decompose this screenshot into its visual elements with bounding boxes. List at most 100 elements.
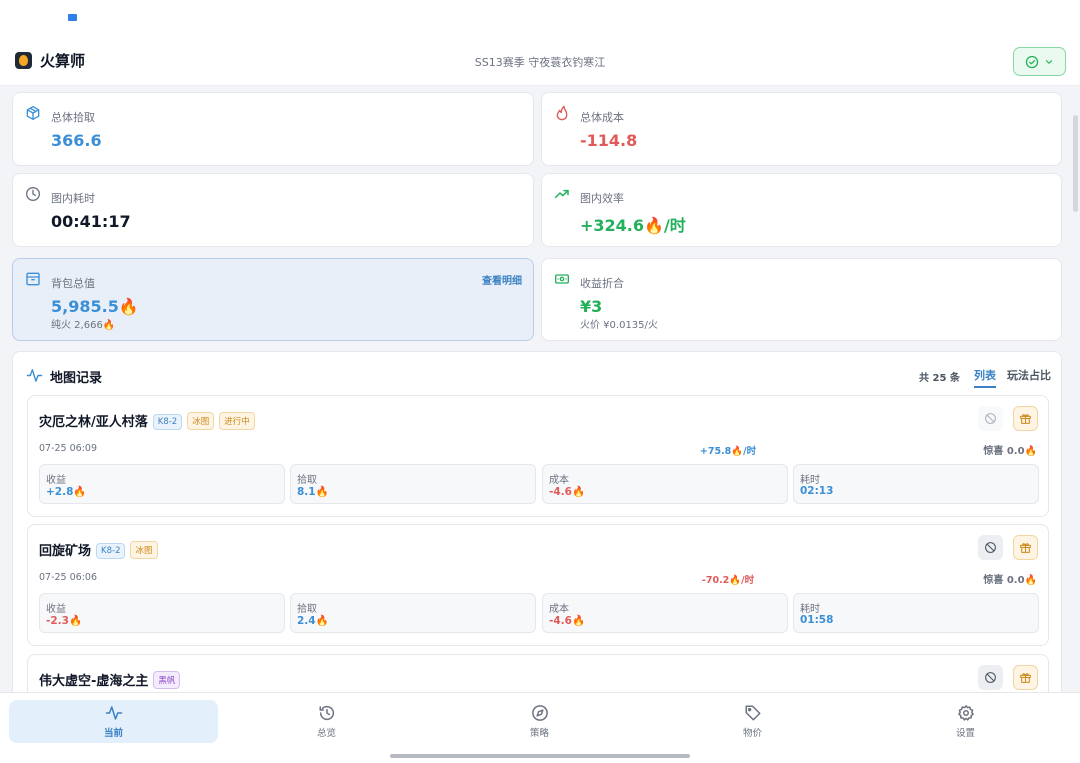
history-icon — [319, 705, 334, 721]
metric-value: -4.6🔥 — [549, 615, 586, 627]
total-cost-label: 总体成本 — [580, 111, 624, 124]
metric-value: 01:58 — [800, 614, 834, 626]
nav-overview-label: 总览 — [316, 728, 336, 739]
total-pickup-label: 总体拾取 — [51, 111, 95, 124]
nav-strategy[interactable]: 策略 — [435, 700, 644, 743]
records-title: 地图记录 — [50, 371, 103, 386]
scrollbar[interactable] — [1073, 115, 1078, 212]
view-details-link[interactable]: 查看明细 — [482, 272, 522, 287]
earnings-cash-card: 收益折合 ¥3 火价 ¥0.0135/火 — [541, 258, 1062, 341]
map-efficiency-card: 图内效率 +324.6🔥/时 — [541, 173, 1062, 247]
records-count: 共 25 条 — [919, 373, 960, 384]
metric-value: 2.4🔥 — [297, 615, 329, 627]
metric-label: 耗时 — [800, 475, 820, 486]
metric-label: 耗时 — [800, 604, 820, 615]
map-record-card[interactable]: 灾厄之林/亚人村落 K8-2 冰图 进行中 07-25 06:09 +75.8🔥/时 … — [27, 395, 1049, 517]
metric-label: 拾取 — [297, 604, 317, 615]
hide-record-button[interactable] — [978, 665, 1003, 690]
record-time: 07-25 06:09 — [39, 443, 98, 454]
record-name-text: 伟大虚空-虚海之主 — [39, 674, 149, 689]
metric-value: +2.8🔥 — [46, 486, 87, 498]
map-record-card[interactable]: 回旋矿场 K8-2 冰图 07-25 06:06 -70.2🔥/时 惊喜 0.0🔥 … — [27, 524, 1049, 646]
map-time-label: 图内耗时 — [51, 192, 95, 205]
activity-icon — [105, 706, 122, 720]
hide-record-button[interactable] — [978, 406, 1003, 431]
nav-overview[interactable]: 总览 — [222, 700, 431, 743]
chevron-down-icon — [1045, 59, 1053, 64]
cost-metric: 成本 -4.6🔥 — [542, 593, 788, 633]
record-name: 伟大虚空-虚海之主 黑帆 — [39, 670, 181, 689]
total-cost-card: 总体成本 -114.8 — [541, 92, 1062, 166]
eye-off-icon — [985, 542, 996, 553]
record-rate: -70.2🔥/时 — [701, 575, 755, 586]
surprise-gift-button[interactable] — [1013, 406, 1038, 431]
bottom-nav: 当前 总览 策略 物价 设置 — [0, 692, 1080, 763]
season-title: SS13赛季 守夜蓑衣钓寒江 — [474, 56, 606, 69]
total-pickup-card: 总体拾取 366.6 — [12, 92, 534, 166]
bag-value-card[interactable]: 背包总值 查看明细 5,985.5🔥 纯火 2,666🔥 — [12, 258, 534, 341]
earnings-cash-label: 收益折合 — [580, 277, 624, 290]
bag-value-label: 背包总值 — [51, 277, 95, 290]
surprise-gift-button[interactable] — [1013, 665, 1038, 690]
hide-record-button[interactable] — [978, 535, 1003, 560]
map-time-value: 00:41:17 — [51, 212, 131, 231]
record-name-text: 灾厄之林/亚人村落 — [39, 415, 148, 430]
earnings-cash-value: ¥3 — [580, 297, 603, 316]
total-pickup-value: 366.6 — [51, 131, 102, 150]
pickup-metric: 拾取 2.4🔥 — [290, 593, 536, 633]
metric-label: 成本 — [549, 475, 569, 486]
nav-settings[interactable]: 设置 — [861, 700, 1070, 743]
level-badge: K8-2 — [152, 414, 183, 430]
box-icon — [26, 106, 40, 120]
nav-current-label: 当前 — [103, 728, 123, 739]
compass-icon — [531, 705, 548, 721]
status-bar — [0, 0, 1080, 38]
nav-settings-label: 设置 — [955, 728, 975, 739]
map-time-card: 图内耗时 00:41:17 — [12, 173, 534, 247]
eye-off-icon — [985, 672, 996, 683]
tag-icon — [745, 705, 760, 721]
home-indicator[interactable] — [390, 754, 690, 758]
check-circle-icon — [1025, 55, 1039, 68]
activity-icon — [26, 369, 43, 382]
record-name-text: 回旋矿场 — [39, 544, 92, 559]
record-rate: +75.8🔥/时 — [699, 446, 757, 457]
nav-price-label: 物价 — [742, 728, 762, 739]
record-name: 回旋矿场 K8-2 冰图 — [39, 540, 158, 559]
income-metric: 收益 +2.8🔥 — [39, 464, 285, 504]
duration-metric: 耗时 02:13 — [793, 464, 1039, 504]
pickup-metric: 拾取 8.1🔥 — [290, 464, 536, 504]
record-surprise: 惊喜 0.0🔥 — [983, 446, 1037, 457]
metric-value: -2.3🔥 — [46, 615, 83, 627]
gift-icon — [1020, 543, 1031, 553]
gift-icon — [1020, 414, 1031, 424]
tab-gameplay-ratio[interactable]: 玩法占比 — [1007, 367, 1051, 383]
metric-value: 8.1🔥 — [297, 486, 329, 498]
status-indicator-icon — [68, 14, 77, 21]
eye-off-icon — [985, 413, 996, 424]
record-name: 灾厄之林/亚人村落 K8-2 冰图 进行中 — [39, 411, 255, 430]
app-header: 火算师 SS13赛季 守夜蓑衣钓寒江 — [0, 38, 1080, 86]
gear-icon — [957, 705, 974, 721]
income-metric: 收益 -2.3🔥 — [39, 593, 285, 633]
flame-icon — [556, 105, 568, 121]
total-cost-value: -114.8 — [580, 131, 638, 150]
duration-metric: 耗时 01:58 — [793, 593, 1039, 633]
surprise-gift-button[interactable] — [1013, 535, 1038, 560]
tab-list[interactable]: 列表 — [974, 367, 996, 388]
ice-map-badge: 冰图 — [130, 541, 158, 559]
metric-value: 02:13 — [800, 485, 834, 497]
record-surprise: 惊喜 0.0🔥 — [983, 575, 1037, 586]
map-efficiency-label: 图内效率 — [580, 192, 624, 205]
ice-map-badge: 冰图 — [187, 412, 215, 430]
nav-price[interactable]: 物价 — [648, 700, 857, 743]
metric-value: -4.6🔥 — [549, 486, 586, 498]
status-dropdown-button[interactable] — [1013, 47, 1066, 76]
cost-metric: 成本 -4.6🔥 — [542, 464, 788, 504]
record-time: 07-25 06:06 — [39, 572, 98, 583]
fire-price: 火价 ¥0.0135/火 — [580, 320, 658, 331]
nav-current[interactable]: 当前 — [9, 700, 218, 743]
trending-up-icon — [554, 189, 569, 199]
metric-label: 收益 — [46, 475, 66, 486]
metric-label: 成本 — [549, 604, 569, 615]
